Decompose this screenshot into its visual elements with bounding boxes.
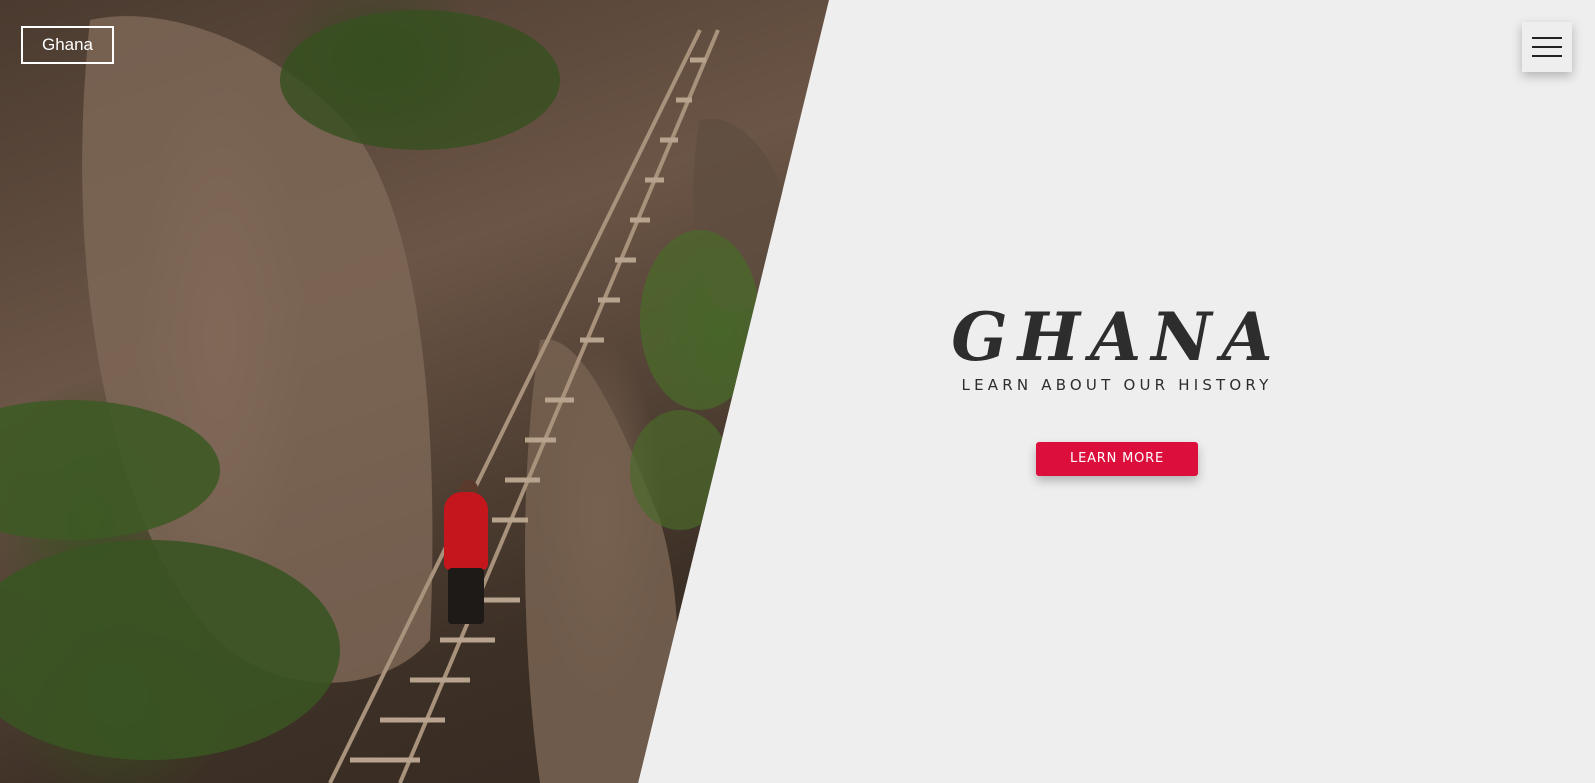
hero-title: GHANA bbox=[951, 298, 1283, 376]
site-logo[interactable]: Ghana bbox=[21, 26, 114, 64]
landing-page: Ghana GHANA LEARN ABOUT OUR HISTORY LEAR… bbox=[0, 0, 1595, 783]
hiker-legs bbox=[448, 568, 484, 624]
menu-button[interactable] bbox=[1522, 22, 1572, 72]
hero-photo bbox=[0, 0, 829, 783]
hero-subtitle: LEARN ABOUT OUR HISTORY bbox=[961, 376, 1273, 394]
hamburger-menu-icon bbox=[1532, 37, 1562, 39]
hiker-red-jacket bbox=[444, 492, 488, 570]
hero-content: GHANA LEARN ABOUT OUR HISTORY LEARN MORE bbox=[912, 300, 1322, 476]
hamburger-menu-icon bbox=[1532, 46, 1562, 48]
hamburger-menu-icon bbox=[1532, 55, 1562, 57]
learn-more-button[interactable]: LEARN MORE bbox=[1036, 442, 1198, 476]
logo-text: Ghana bbox=[41, 35, 94, 54]
